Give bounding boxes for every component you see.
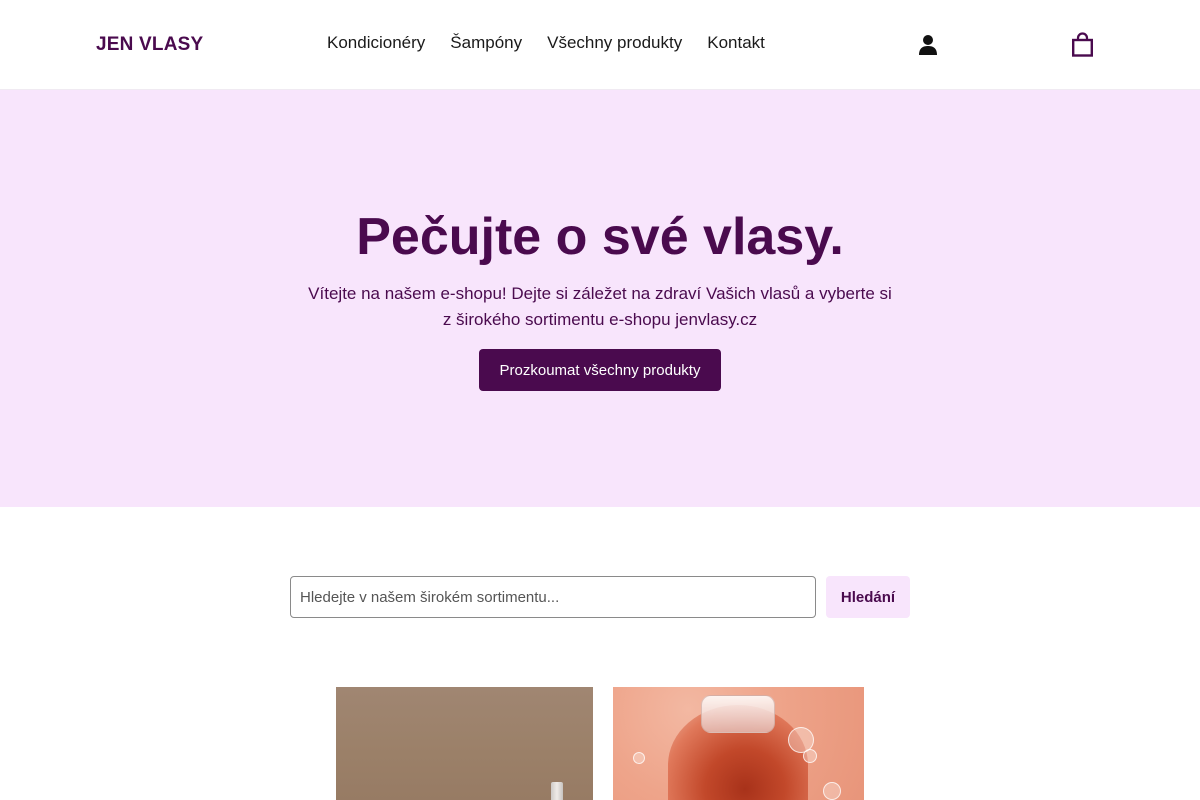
nav-item-sampony[interactable]: Šampóny [450, 33, 522, 53]
nav-item-vsechny-produkty[interactable]: Všechny produkty [547, 33, 682, 53]
nav-item-kontakt[interactable]: Kontakt [707, 33, 765, 53]
hero-title: Pečujte o své vlasy. [356, 208, 844, 266]
main-nav: Kondicionéry Šampóny Všechny produkty Ko… [327, 33, 765, 53]
shopping-bag-icon[interactable] [1071, 32, 1094, 57]
product-image-2[interactable] [613, 687, 864, 800]
search-input[interactable] [290, 576, 816, 618]
nav-item-kondicionery[interactable]: Kondicionéry [327, 33, 425, 53]
explore-products-button[interactable]: Prozkoumat všechny produkty [479, 349, 721, 391]
hero-subtitle-line-1: Vítejte na našem e-shopu! Dejte si zálež… [308, 284, 892, 303]
bubble-decoration [633, 752, 645, 764]
logo[interactable]: JEN VLASY [96, 34, 203, 56]
product-image-1[interactable] [336, 687, 593, 800]
user-icon[interactable] [918, 34, 938, 56]
bottle-cap-image [701, 695, 775, 733]
hero-banner: Pečujte o své vlasy. Vítejte na našem e-… [0, 90, 1200, 507]
site-header: JEN VLASY Kondicionéry Šampóny Všechny p… [0, 0, 1200, 90]
bubble-decoration [803, 749, 817, 763]
bubble-decoration [823, 782, 841, 800]
hero-subtitle-line-2: z širokého sortimentu e-shopu jenvlasy.c… [442, 310, 758, 329]
hero-subtitle: Vítejte na našem e-shopu! Dejte si zálež… [290, 281, 910, 333]
bottle-image [551, 782, 563, 800]
search-button[interactable]: Hledání [826, 576, 910, 618]
